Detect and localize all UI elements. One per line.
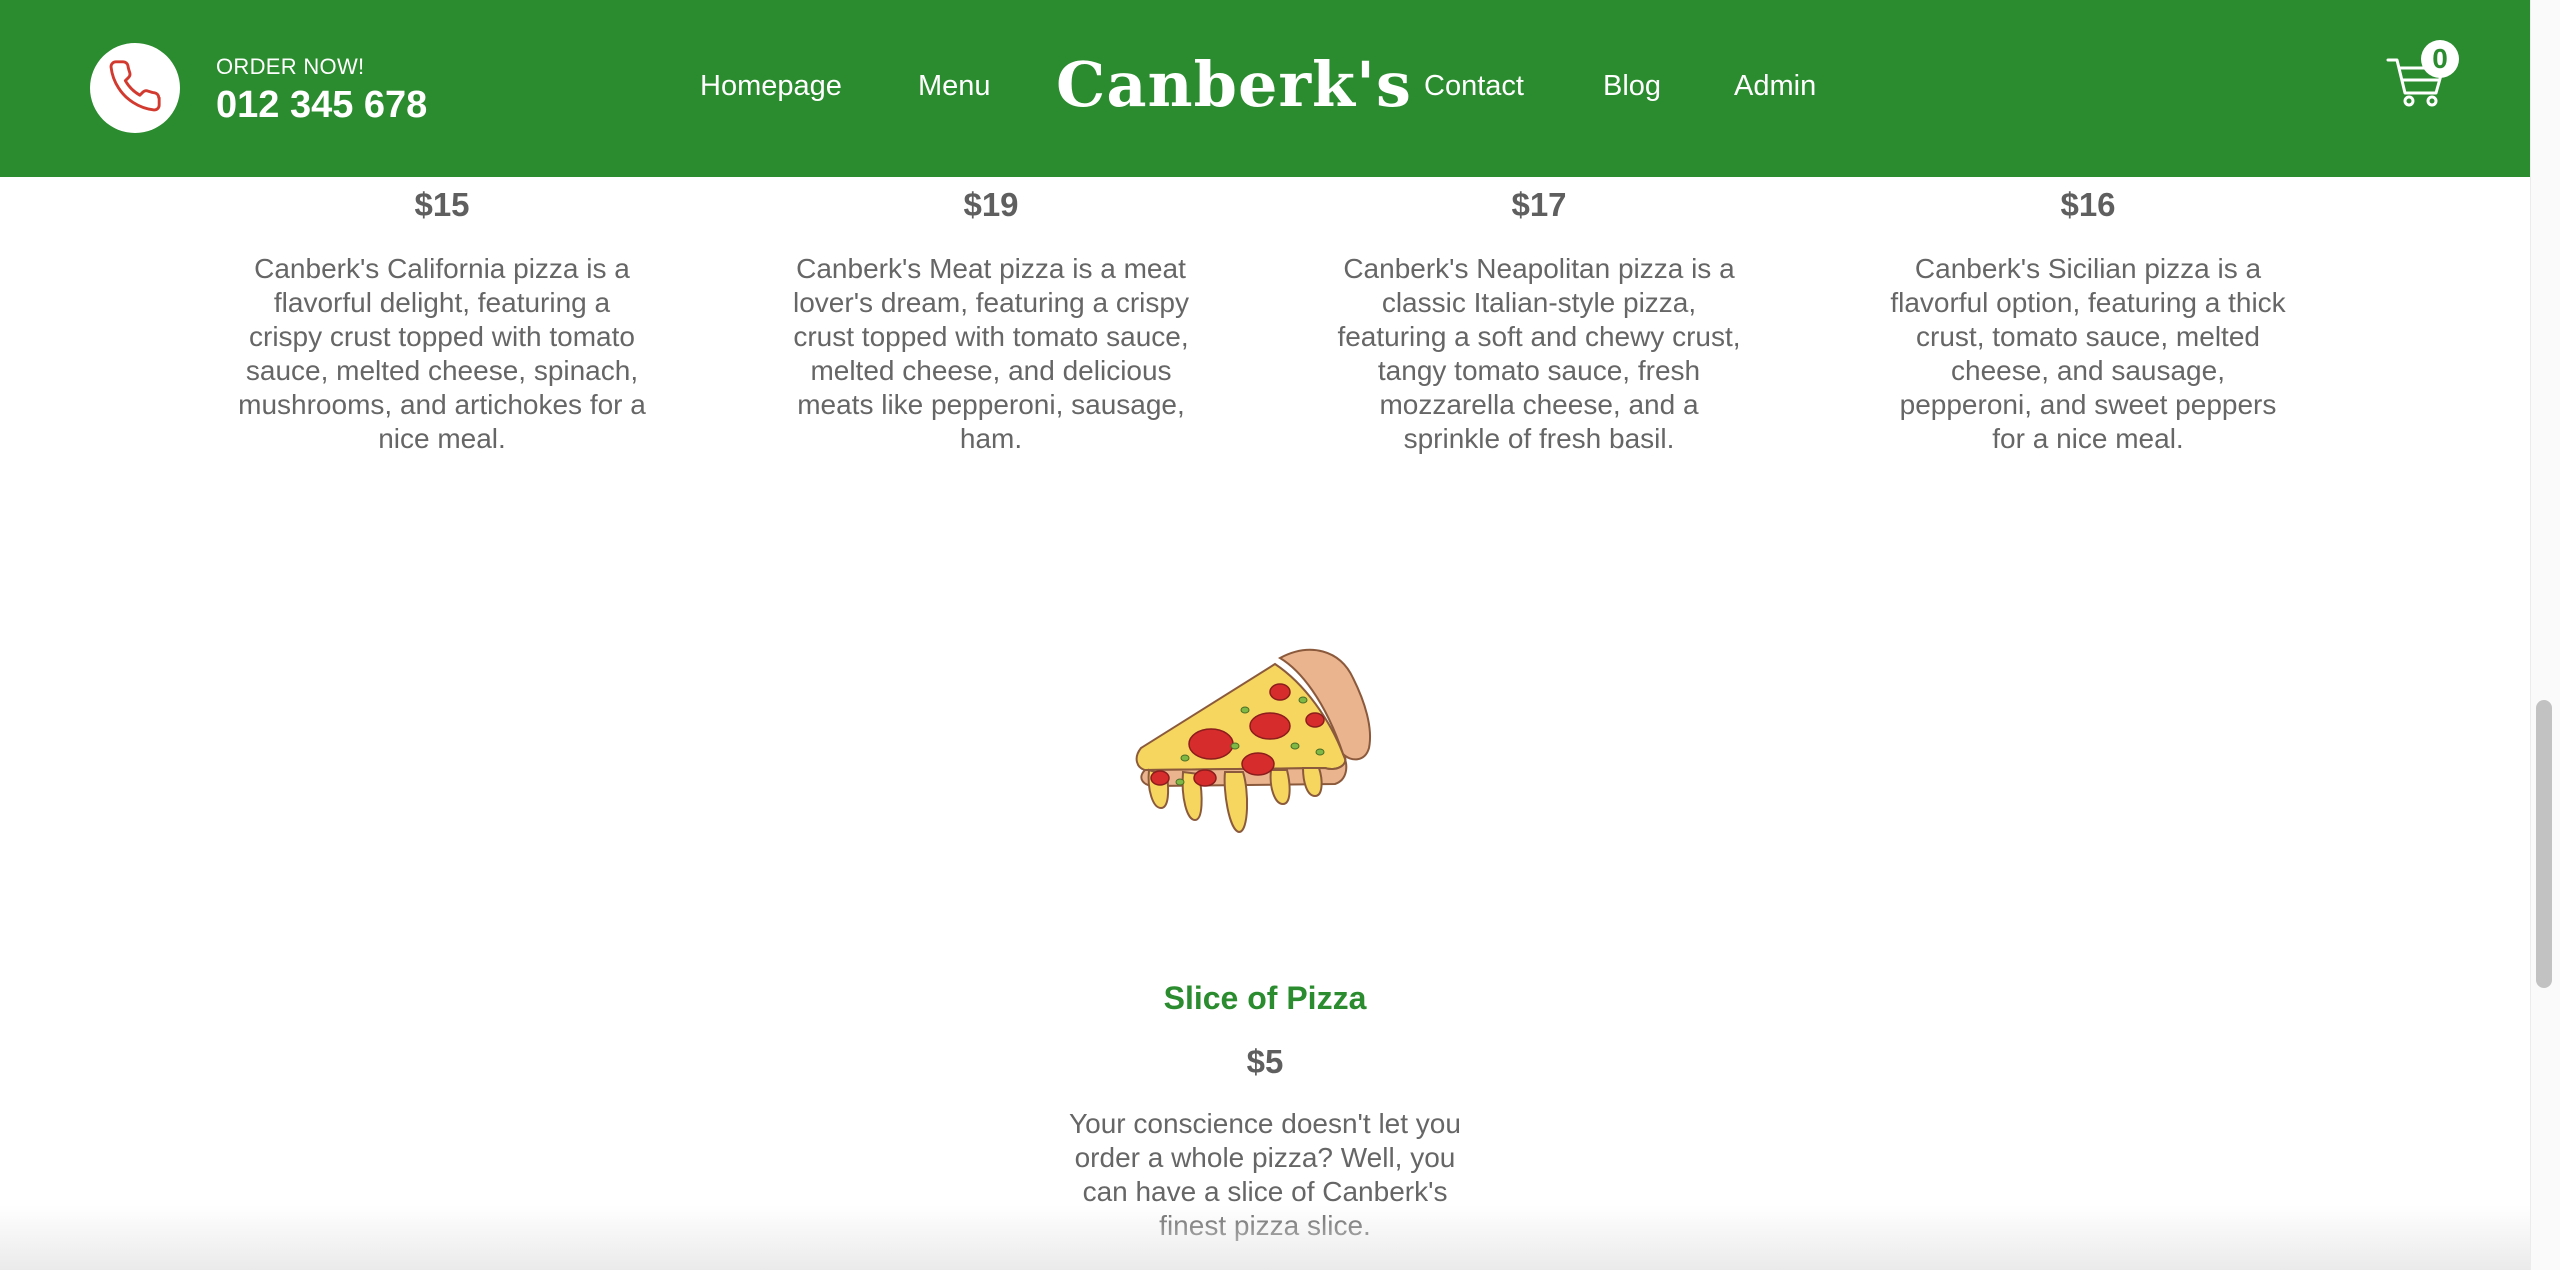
call-button[interactable] [90,43,180,133]
order-now-block: ORDER NOW! 012 345 678 [216,54,427,127]
product-card[interactable]: $19 Canberk's Meat pizza is a meat lover… [786,186,1196,456]
product-card[interactable]: $16 Canberk's Sicilian pizza is a flavor… [1883,186,2293,456]
phone-icon [106,57,164,120]
cart-icon [2386,58,2446,112]
product-card[interactable]: $15 Canberk's California pizza is a flav… [237,186,647,456]
product-description: Canberk's Neapolitan pizza is a classic … [1337,253,1741,454]
pizza-slice-icon [1125,648,1410,844]
product-price: $19 [963,186,1019,223]
product-image[interactable] [1125,640,1410,840]
nav-link-contact[interactable]: Contact [1424,70,1524,103]
navbar: ORDER NOW! 012 345 678 Homepage Menu Can… [0,0,2530,177]
product-description: Canberk's Sicilian pizza is a flavorful … [1890,253,2286,454]
product-description: Canberk's Meat pizza is a meat lover's d… [793,253,1189,454]
scrollbar-thumb[interactable] [2536,700,2552,988]
product-price: $15 [414,186,470,223]
cart-count-badge: 0 [2421,40,2459,78]
product-name[interactable]: Slice of Pizza [1064,980,1466,1017]
nav-link-menu[interactable]: Menu [918,70,991,103]
order-now-label: ORDER NOW! [216,54,365,79]
product-card[interactable]: $17 Canberk's Neapolitan pizza is a clas… [1334,186,1744,456]
product-description: Your conscience doesn't let you order a … [1069,1108,1461,1241]
nav-link-homepage[interactable]: Homepage [700,70,842,103]
product-price: $16 [2060,186,2116,223]
phone-number: 012 345 678 [216,84,428,126]
nav-link-blog[interactable]: Blog [1603,70,1661,103]
product-description: Canberk's California pizza is a flavorfu… [238,253,646,454]
nav-link-admin[interactable]: Admin [1734,70,1816,103]
brand-logo[interactable]: Canberk's [1056,48,1412,121]
scrollbar-track[interactable] [2530,0,2560,1270]
product-price: $5 [1246,1043,1284,1080]
featured-product[interactable]: Slice of Pizza $5 Your conscience doesn'… [1064,980,1466,1243]
product-price: $17 [1511,186,1567,223]
